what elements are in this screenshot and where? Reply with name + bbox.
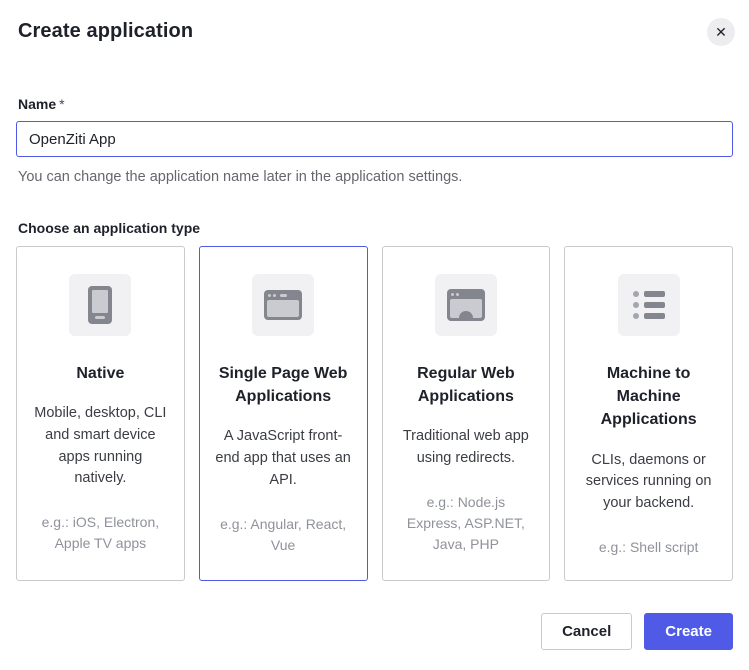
card-description: Mobile, desktop, CLI and smart device ap…: [31, 403, 169, 490]
card-example: e.g.: Node.js Express, ASP.NET, Java, PH…: [398, 492, 534, 555]
card-title: Regular Web Applications: [401, 362, 531, 408]
card-machine-to-machine[interactable]: Machine to Machine Applications CLIs, da…: [564, 246, 733, 581]
icon-box: [69, 274, 131, 336]
icon-box: [618, 274, 680, 336]
name-label: Name*: [18, 96, 733, 112]
card-example: e.g.: iOS, Electron, Apple TV apps: [32, 512, 168, 554]
card-description: CLIs, daemons or services running on you…: [580, 450, 718, 515]
close-button[interactable]: ✕: [707, 18, 735, 46]
create-application-dialog: Create application ✕ Name* You can chang…: [0, 0, 749, 664]
mobile-icon: [88, 286, 112, 324]
application-type-cards: Native Mobile, desktop, CLI and smart de…: [16, 246, 733, 581]
card-example: e.g.: Angular, React, Vue: [215, 514, 351, 556]
browser-icon: [264, 290, 302, 320]
card-title: Native: [35, 362, 165, 385]
application-type-label: Choose an application type: [18, 220, 733, 236]
card-title: Machine to Machine Applications: [584, 362, 714, 432]
card-title: Single Page Web Applications: [218, 362, 348, 408]
required-marker: *: [59, 96, 64, 112]
card-regular-web[interactable]: Regular Web Applications Traditional web…: [382, 246, 551, 581]
icon-box: [252, 274, 314, 336]
name-section: Name* You can change the application nam…: [16, 96, 733, 185]
icon-box: [435, 274, 497, 336]
card-description: A JavaScript front-end app that uses an …: [214, 426, 352, 491]
close-icon: ✕: [715, 25, 727, 39]
card-description: Traditional web app using redirects.: [397, 426, 535, 470]
dialog-title: Create application: [18, 20, 193, 43]
card-native[interactable]: Native Mobile, desktop, CLI and smart de…: [16, 246, 185, 581]
card-example: e.g.: Shell script: [581, 537, 717, 558]
machine-list-icon: [633, 291, 665, 319]
name-helper-text: You can change the application name late…: [18, 169, 733, 185]
cancel-button[interactable]: Cancel: [541, 613, 632, 650]
application-name-input[interactable]: [16, 121, 733, 157]
create-button[interactable]: Create: [644, 613, 733, 650]
dialog-footer: Cancel Create: [16, 613, 733, 650]
dialog-header: Create application ✕: [16, 18, 733, 46]
card-single-page-web[interactable]: Single Page Web Applications A JavaScrip…: [199, 246, 368, 581]
web-server-icon: [447, 289, 485, 321]
